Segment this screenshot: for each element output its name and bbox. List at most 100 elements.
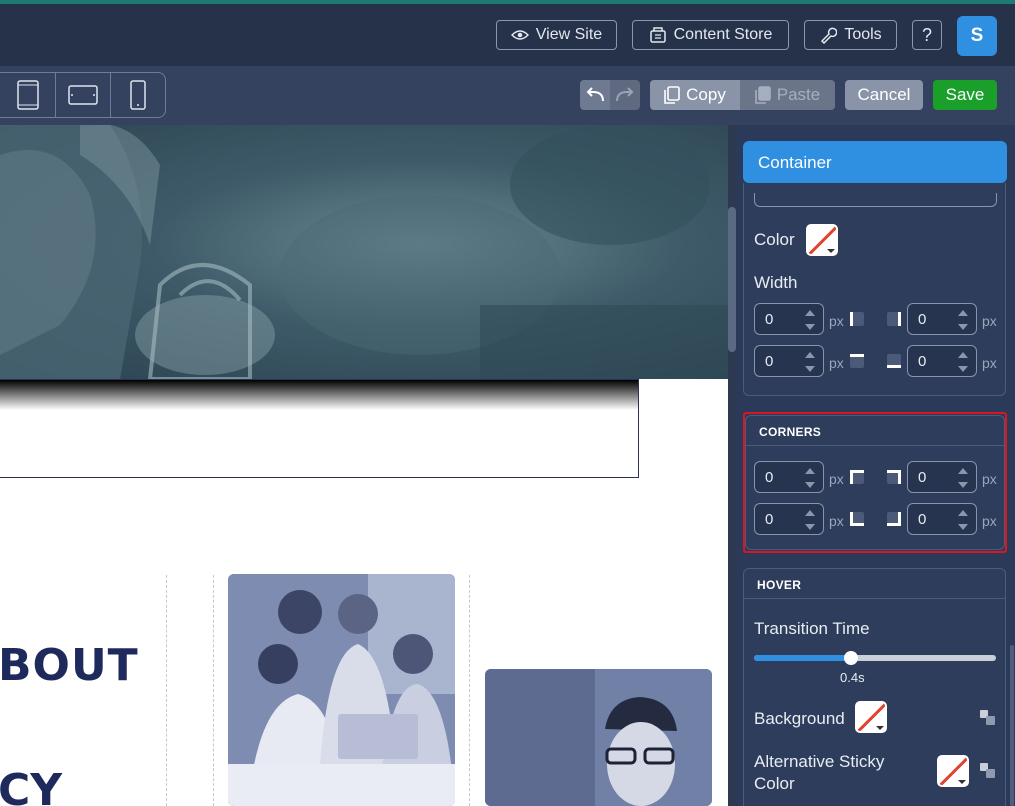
redo-button[interactable] xyxy=(610,80,640,110)
save-label: Save xyxy=(945,85,985,104)
corners-title: CORNERS xyxy=(746,416,1004,446)
section-heading: BOUT xyxy=(0,640,139,691)
paste-icon xyxy=(754,86,771,104)
unit-label: px xyxy=(982,471,997,487)
border-right-icon xyxy=(887,312,901,326)
copy-icon xyxy=(664,86,680,104)
hover-title: HOVER xyxy=(744,569,1005,599)
save-button[interactable]: Save xyxy=(933,80,997,110)
spinner-arrows-icon[interactable] xyxy=(805,352,815,372)
transition-time-label: Transition Time xyxy=(754,619,870,638)
corner-bottom-left-input[interactable]: 0 xyxy=(754,503,824,535)
panel-title-container[interactable]: Container xyxy=(743,141,1007,183)
view-site-button[interactable]: View Site xyxy=(496,20,617,50)
team-photo[interactable] xyxy=(228,574,455,806)
spinner-arrows-icon[interactable] xyxy=(958,510,968,530)
border-color-label: Color xyxy=(754,230,795,249)
transition-time-slider[interactable] xyxy=(754,651,996,665)
corner-top-left-value: 0 xyxy=(765,469,774,486)
device-tablet-portrait[interactable] xyxy=(0,73,57,117)
border-width-top-input[interactable]: 0 xyxy=(754,345,824,377)
corner-bottom-right-input[interactable]: 0 xyxy=(907,503,977,535)
border-top-icon xyxy=(850,354,864,368)
tools-button[interactable]: Tools xyxy=(804,20,897,50)
spinner-arrows-icon[interactable] xyxy=(958,352,968,372)
cancel-label: Cancel xyxy=(857,85,911,104)
border-width-right-input[interactable]: 0 xyxy=(907,303,977,335)
copy-button[interactable]: Copy xyxy=(650,80,740,110)
spinner-arrows-icon[interactable] xyxy=(805,310,815,330)
spinner-arrows-icon[interactable] xyxy=(805,510,815,530)
border-style-select[interactable] xyxy=(754,193,997,207)
scrollbar-thumb[interactable] xyxy=(728,207,736,352)
panel-title: Container xyxy=(758,153,832,172)
hover-background-label: Background xyxy=(754,709,845,728)
corner-bottom-right-icon xyxy=(887,512,901,526)
paste-button[interactable]: Paste xyxy=(740,80,835,110)
border-color-swatch[interactable] xyxy=(806,224,838,256)
border-left-icon xyxy=(850,312,864,326)
content-store-label: Content Store xyxy=(673,26,773,43)
hero-photo-shapes xyxy=(0,125,728,379)
transition-time-value: 0.4s xyxy=(840,670,865,685)
eye-icon xyxy=(510,30,529,40)
border-width-label: Width xyxy=(754,273,798,292)
border-bottom-icon xyxy=(887,354,901,368)
alt-sticky-color-swatch[interactable] xyxy=(937,755,969,787)
unit-label: px xyxy=(829,355,844,371)
responsive-icon[interactable] xyxy=(980,763,996,779)
unit-label: px xyxy=(982,355,997,371)
redo-icon xyxy=(616,87,634,102)
tablet-icon xyxy=(16,80,39,110)
hover-section: HOVER Transition Time 0.4s Background Al… xyxy=(743,568,1006,806)
page-preview-canvas[interactable]: BOUT CY xyxy=(0,125,728,806)
unit-label: px xyxy=(982,513,997,529)
slider-handle[interactable] xyxy=(843,651,858,665)
slider-fill xyxy=(754,655,851,661)
hover-background-swatch[interactable] xyxy=(855,701,887,733)
undo-button[interactable] xyxy=(580,80,610,110)
container-shadow xyxy=(0,380,638,410)
help-button[interactable]: ? xyxy=(912,20,942,50)
view-site-label: View Site xyxy=(535,26,603,43)
canvas-scrollbar[interactable] xyxy=(728,125,736,806)
panel-scrollbar[interactable] xyxy=(1010,645,1014,806)
border-width-bottom-input[interactable]: 0 xyxy=(907,345,977,377)
phone-icon xyxy=(130,80,146,110)
spinner-arrows-icon[interactable] xyxy=(958,468,968,488)
column-divider xyxy=(213,575,214,806)
section-heading-2: CY xyxy=(0,765,63,806)
editor-toolbar: Copy Paste Cancel Save xyxy=(0,66,1015,125)
properties-panel: Container Color Width 0 px 0 px 0 px 0 p… xyxy=(736,125,1015,806)
responsive-icon[interactable] xyxy=(980,710,996,726)
corner-top-left-input[interactable]: 0 xyxy=(754,461,824,493)
copy-label: Copy xyxy=(686,85,726,104)
content-store-button[interactable]: Content Store xyxy=(632,20,789,50)
store-icon xyxy=(649,27,666,43)
unit-label: px xyxy=(982,313,997,329)
border-width-top-value: 0 xyxy=(765,353,774,370)
container-box[interactable] xyxy=(0,379,639,478)
user-avatar[interactable]: S xyxy=(957,16,997,56)
corner-bottom-right-value: 0 xyxy=(918,511,927,528)
person-photo[interactable] xyxy=(485,669,712,806)
device-phone[interactable] xyxy=(111,73,165,117)
corners-section: CORNERS 0 px 0 px 0 px 0 px xyxy=(745,415,1005,550)
unit-label: px xyxy=(829,513,844,529)
spinner-arrows-icon[interactable] xyxy=(958,310,968,330)
device-tablet-landscape[interactable] xyxy=(56,73,111,117)
person-photo-shapes xyxy=(485,669,712,806)
corner-bottom-left-value: 0 xyxy=(765,511,774,528)
alt-sticky-color-label-2: Color xyxy=(754,774,795,793)
alt-sticky-color-label: Alternative Sticky xyxy=(754,752,885,771)
corner-top-left-icon xyxy=(850,470,864,484)
wrench-icon xyxy=(821,27,838,44)
border-width-left-input[interactable]: 0 xyxy=(754,303,824,335)
border-section: Color Width 0 px 0 px 0 px 0 px xyxy=(743,183,1006,396)
paste-label: Paste xyxy=(776,85,821,104)
corner-top-right-input[interactable]: 0 xyxy=(907,461,977,493)
spinner-arrows-icon[interactable] xyxy=(805,468,815,488)
column-divider xyxy=(469,575,470,806)
cancel-button[interactable]: Cancel xyxy=(845,80,923,110)
corner-top-right-icon xyxy=(887,470,901,484)
